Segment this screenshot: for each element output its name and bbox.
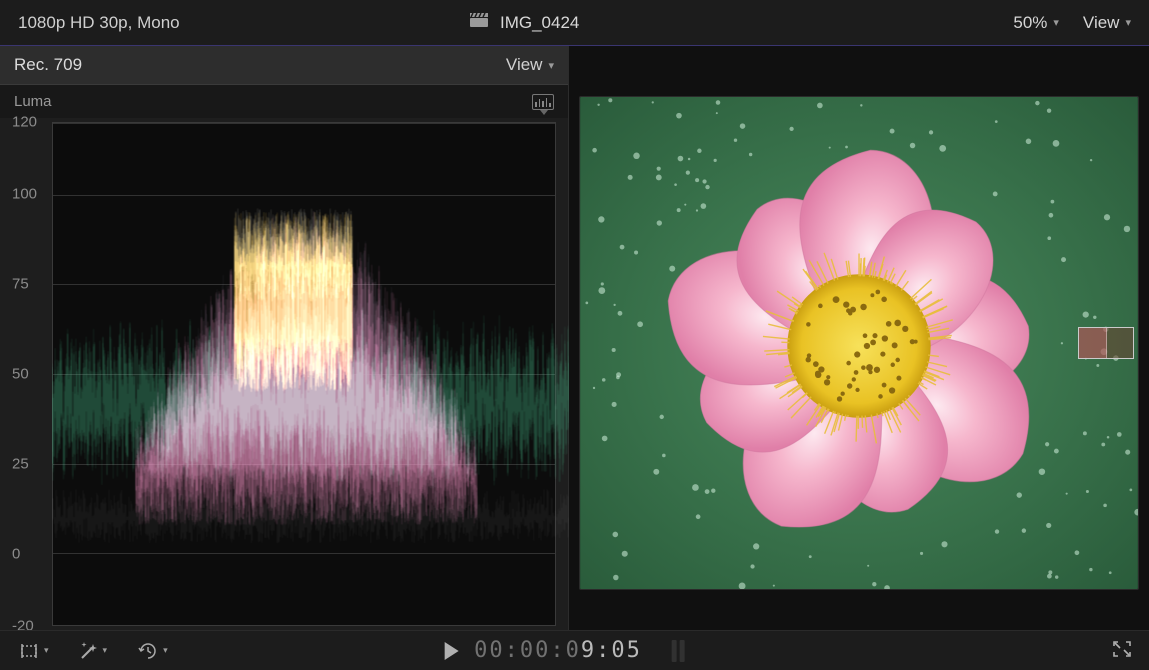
zoom-value: 50% [1013,13,1047,33]
chevron-down-icon: ▾ [1053,16,1059,29]
clapperboard-icon [470,13,488,32]
scope-mode-label: Luma [14,93,52,110]
chevron-down-icon: ▾ [163,645,168,656]
luma-waveform-scope: 1201007550250-20 [0,122,564,626]
zoom-dropdown[interactable]: 50% ▾ [1013,13,1059,33]
chevron-down-icon: ▾ [44,645,49,656]
scope-mode-bar: Luma [0,85,568,118]
scope-y-axis: 1201007550250-20 [0,122,52,626]
viewer-frame[interactable] [579,96,1139,590]
timecode-trailing: 9:05 [581,638,642,663]
y-tick-label: 75 [12,275,29,292]
angle-viewer-strip[interactable] [1078,327,1134,359]
y-tick-label: 120 [12,114,37,131]
auto-enhance-tool[interactable]: ▾ [79,642,108,660]
timecode-leading: 00:00:0 [474,638,581,663]
project-format-label: 1080p HD 30p, Mono [18,13,180,33]
viewer-pane [569,46,1149,630]
y-tick-label: 25 [12,456,29,473]
color-profile-label: Rec. 709 [14,55,82,75]
play-button[interactable] [444,642,458,660]
retime-menu[interactable]: ▾ [137,643,168,659]
clip-name-label: IMG_0424 [500,13,579,33]
scope-layout-button[interactable] [532,94,554,110]
audio-meters[interactable] [672,640,685,662]
viewer-top-bar: 1080p HD 30p, Mono IMG_0424 50% ▾ View ▾ [0,0,1149,46]
video-scope-panel: Rec. 709 View ▾ Luma 1201007550250-20 [0,46,569,630]
range-selection-tool[interactable]: ▾ [18,644,49,658]
scope-view-label: View [506,55,543,75]
viewer-bottom-toolbar: ▾ ▾ ▾ 00:00:09:05 [0,630,1149,670]
scope-header: Rec. 709 View ▾ [0,46,568,85]
preview-image [580,97,1138,589]
y-tick-label: 100 [12,186,37,203]
viewer-view-dropdown[interactable]: View ▾ [1083,13,1131,33]
chevron-down-icon: ▾ [103,645,108,656]
chevron-down-icon: ▾ [1125,16,1131,29]
fullscreen-button[interactable] [1113,641,1131,661]
scope-view-dropdown[interactable]: View ▾ [506,55,554,75]
y-tick-label: 50 [12,366,29,383]
viewer-view-label: View [1083,13,1120,33]
y-tick-label: 0 [12,545,20,562]
timecode-display[interactable]: 00:00:09:05 [474,638,642,663]
chevron-down-icon: ▾ [548,59,554,72]
luma-waveform-canvas [52,122,571,626]
